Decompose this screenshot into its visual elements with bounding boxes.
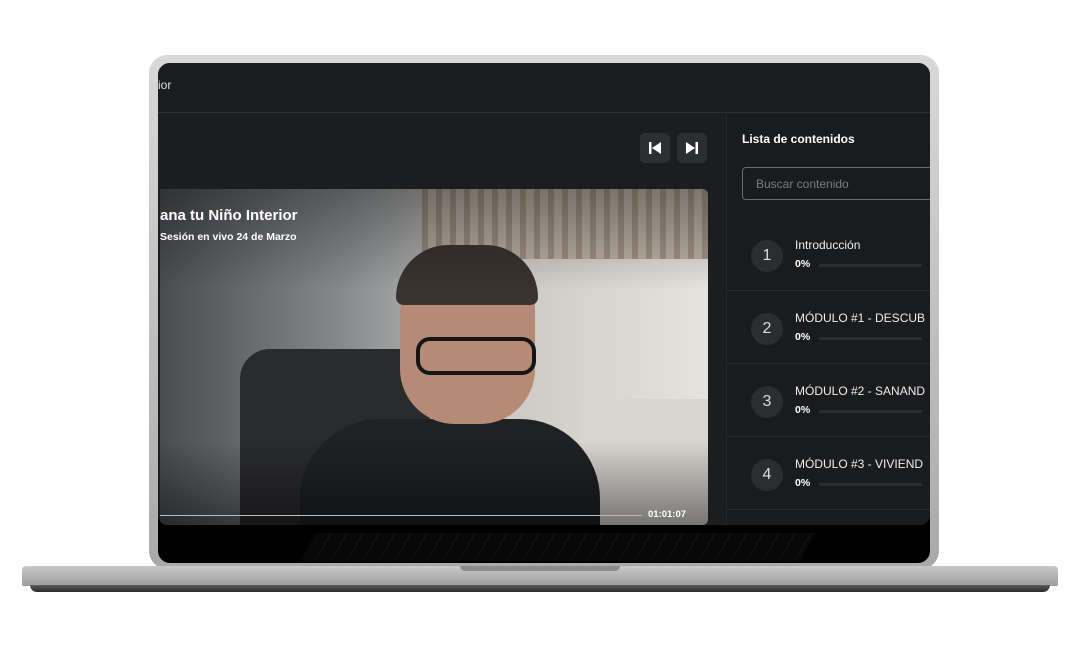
- content-item[interactable]: 1 Introducción 0%: [727, 218, 930, 291]
- item-percent: 0%: [795, 331, 811, 343]
- skip-previous-icon: [649, 142, 661, 154]
- top-bar: ior: [158, 63, 930, 113]
- next-lesson-button[interactable]: [677, 133, 707, 163]
- keyboard-reflection: [299, 533, 817, 561]
- course-title: ior: [158, 78, 172, 92]
- item-progress-bar: [819, 483, 922, 486]
- sidebar-title: Lista de contenidos: [742, 132, 855, 146]
- video-subtitle: Sesión en vivo 24 de Marzo: [160, 231, 297, 243]
- item-percent: 0%: [795, 404, 811, 416]
- item-number: 2: [751, 313, 783, 345]
- item-progress-bar: [819, 264, 922, 267]
- video-player[interactable]: ana tu Niño Interior Sesión en vivo 24 d…: [160, 189, 708, 525]
- content-item[interactable]: 4 MÓDULO #3 - VIVIEND 0%: [727, 437, 930, 510]
- item-number: 3: [751, 386, 783, 418]
- laptop-screen: ior ana tu Niño Interior Sesión en vivo …: [158, 63, 930, 563]
- item-percent: 0%: [795, 258, 811, 270]
- item-number: 1: [751, 240, 783, 272]
- previous-lesson-button[interactable]: [640, 133, 670, 163]
- item-name: MÓDULO #1 - DESCUB: [795, 311, 926, 325]
- content-sidebar: Lista de contenidos 1 Introducción 0% 2 …: [726, 114, 930, 525]
- skip-next-icon: [686, 142, 698, 154]
- item-name: Introducción: [795, 238, 861, 252]
- course-player-app: ior ana tu Niño Interior Sesión en vivo …: [158, 63, 930, 525]
- laptop-base-bottom: [30, 585, 1050, 592]
- item-name: MÓDULO #3 - VIVIEND: [795, 457, 924, 471]
- video-title: ana tu Niño Interior: [160, 207, 298, 224]
- video-time: 01:01:07: [648, 509, 687, 520]
- item-progress-bar: [819, 410, 922, 413]
- laptop-notch: [460, 566, 620, 571]
- item-progress-bar: [819, 337, 922, 340]
- video-progress-bar[interactable]: [160, 515, 642, 516]
- item-number: 4: [751, 459, 783, 491]
- search-content-input[interactable]: [742, 167, 930, 200]
- content-item[interactable]: 3 MÓDULO #2 - SANAND 0%: [727, 364, 930, 437]
- item-name: MÓDULO #2 - SANAND: [795, 384, 926, 398]
- item-percent: 0%: [795, 477, 811, 489]
- content-item[interactable]: 2 MÓDULO #1 - DESCUB 0%: [727, 291, 930, 364]
